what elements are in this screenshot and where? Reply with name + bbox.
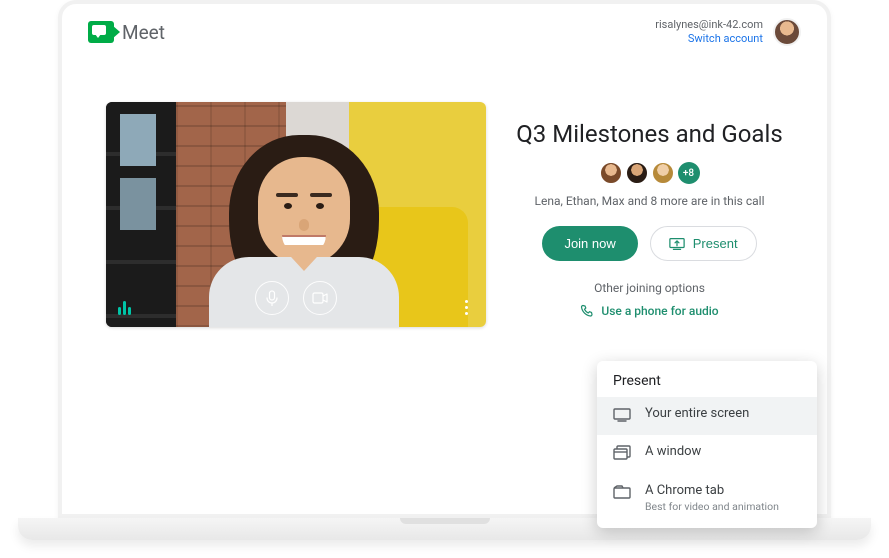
header: Meet risalynes@ink-42.com Switch account <box>62 4 827 54</box>
present-option-label: Your entire screen <box>645 406 749 421</box>
meeting-info: Q3 Milestones and Goals +8 Lena, Ethan, … <box>516 102 783 322</box>
audio-level-icon <box>118 301 131 315</box>
tab-icon <box>613 484 631 503</box>
main-content: Q3 Milestones and Goals +8 Lena, Ethan, … <box>62 54 827 327</box>
join-now-button[interactable]: Join now <box>542 226 637 261</box>
present-option-label: A window <box>645 444 701 459</box>
present-menu-title: Present <box>597 373 817 397</box>
present-button-label: Present <box>693 236 738 251</box>
present-option-window[interactable]: A window <box>597 435 817 474</box>
self-video-preview <box>106 102 486 327</box>
present-option-label: A Chrome tab <box>645 483 779 498</box>
use-phone-link[interactable]: Use a phone for audio <box>580 304 718 318</box>
participant-avatar <box>600 162 622 184</box>
brand: Meet <box>88 21 165 44</box>
participants-avatars: +8 <box>516 162 783 184</box>
window-stack-icon <box>613 445 631 465</box>
meet-logo-icon <box>88 21 114 43</box>
participant-avatar <box>652 162 674 184</box>
present-option-entire-screen[interactable]: Your entire screen <box>597 397 817 435</box>
other-options-label: Other joining options <box>516 281 783 295</box>
meeting-title: Q3 Milestones and Goals <box>516 120 783 148</box>
participants-text: Lena, Ethan, Max and 8 more are in this … <box>516 194 783 208</box>
present-option-chrome-tab[interactable]: A Chrome tab Best for video and animatio… <box>597 474 817 522</box>
monitor-icon <box>613 407 631 426</box>
switch-account-link[interactable]: Switch account <box>655 32 763 46</box>
account-email: risalynes@ink-42.com <box>655 18 763 32</box>
use-phone-label: Use a phone for audio <box>601 304 718 318</box>
participants-more-badge: +8 <box>678 162 700 184</box>
brand-name: Meet <box>122 21 165 44</box>
present-menu: Present Your entire screen A window A Ch… <box>597 361 817 528</box>
video-controls <box>255 281 337 315</box>
mute-mic-button[interactable] <box>255 281 289 315</box>
user-avatar[interactable] <box>773 18 801 46</box>
video-more-options-button[interactable] <box>458 300 474 315</box>
phone-icon <box>580 304 594 318</box>
action-buttons: Join now Present <box>516 226 783 261</box>
present-screen-icon <box>669 237 685 251</box>
account-area: risalynes@ink-42.com Switch account <box>655 18 801 46</box>
present-button[interactable]: Present <box>650 226 757 261</box>
participant-avatar <box>626 162 648 184</box>
present-option-hint: Best for video and animation <box>645 500 779 513</box>
video-bg-window <box>106 102 176 327</box>
toggle-camera-button[interactable] <box>303 281 337 315</box>
